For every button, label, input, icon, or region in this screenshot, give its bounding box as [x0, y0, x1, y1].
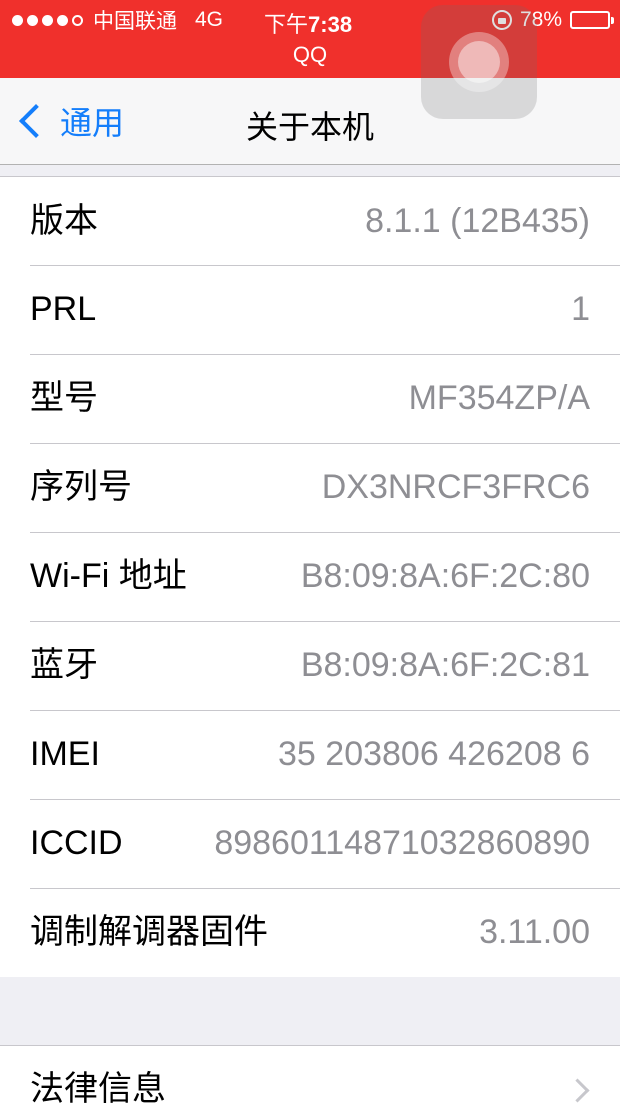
assistive-touch-core: [458, 41, 500, 83]
back-button[interactable]: 通用: [14, 98, 124, 144]
info-row-label: 蓝牙: [30, 646, 98, 684]
info-row[interactable]: ICCID 89860114871032860890: [0, 799, 620, 888]
info-row-value: MF354ZP/A: [408, 379, 590, 417]
info-row-label: 版本: [30, 202, 98, 240]
legal-info-label: 法律信息: [30, 1070, 166, 1106]
info-row[interactable]: 序列号 DX3NRCF3FRC6: [0, 443, 620, 532]
signal-dot: [12, 14, 23, 26]
network-type: 4G: [195, 8, 224, 31]
time-prefix: 下午: [264, 12, 309, 37]
section-separator: [0, 977, 620, 1045]
legal-list: 法律信息: [0, 1045, 620, 1106]
info-row-value: B8:09:8A:6F:2C:80: [300, 557, 590, 595]
back-label: 通用: [60, 105, 125, 141]
about-info-list: 版本 8.1.1 (12B435) PRL 1 型号 MF354ZP/A 序列号 DX3NRC…: [0, 176, 620, 978]
info-row[interactable]: 调制解调器固件 3.11.00: [0, 888, 620, 977]
signal-dot: [42, 14, 53, 26]
time-value: 7:38: [308, 12, 353, 37]
battery-icon: [570, 11, 614, 29]
signal-dots-icon: [12, 14, 83, 26]
info-row[interactable]: IMEI 35 203806 426208 6: [0, 710, 620, 799]
legal-info-row[interactable]: 法律信息: [0, 1046, 620, 1106]
info-row-label: IMEI: [30, 735, 100, 773]
info-row[interactable]: 蓝牙 B8:09:8A:6F:2C:81: [0, 621, 620, 710]
info-row[interactable]: PRL 1: [0, 265, 620, 354]
status-bar-left: 中国联通 4G: [12, 7, 223, 33]
info-row-value: 89860114871032860890: [214, 824, 590, 862]
carrier-name: 中国联通: [93, 10, 177, 33]
signal-dot-empty: [72, 14, 83, 26]
assistive-touch-icon[interactable]: [421, 5, 537, 119]
info-row[interactable]: 型号 MF354ZP/A: [0, 354, 620, 443]
info-row-value: 8.1.1 (12B435): [365, 202, 590, 240]
info-row-value: DX3NRCF3FRC6: [321, 468, 590, 506]
info-row-label: ICCID: [30, 824, 123, 862]
info-row-value: 3.11.00: [479, 913, 590, 951]
info-row[interactable]: Wi-Fi 地址 B8:09:8A:6F:2C:80: [0, 532, 620, 621]
info-row-label: Wi-Fi 地址: [30, 557, 187, 595]
info-row-value: 1: [571, 290, 590, 328]
info-row-label: 调制解调器固件: [30, 913, 268, 951]
chevron-right-icon: [565, 1078, 590, 1103]
status-time: 下午7:38: [264, 7, 352, 39]
info-row-value: B8:09:8A:6F:2C:81: [300, 646, 590, 684]
signal-dot: [27, 14, 38, 26]
info-row-label: 型号: [30, 379, 98, 417]
info-row-value: 35 203806 426208 6: [278, 735, 590, 773]
chevron-left-icon: [19, 104, 53, 138]
info-row[interactable]: 版本 8.1.1 (12B435): [0, 177, 620, 265]
signal-dot: [57, 14, 68, 26]
info-row-label: 序列号: [30, 468, 132, 506]
info-row-label: PRL: [30, 290, 97, 328]
